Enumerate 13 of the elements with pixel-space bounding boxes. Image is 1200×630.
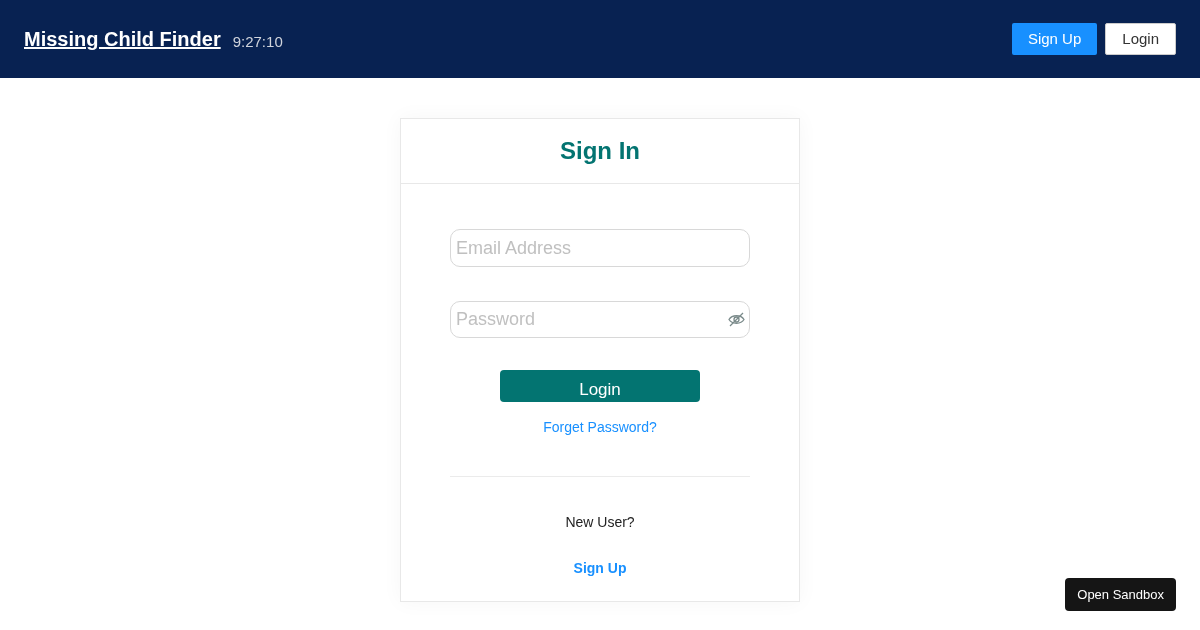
forgot-password-link[interactable]: Forget Password? — [543, 417, 657, 438]
sign-up-link[interactable]: Sign Up — [573, 558, 627, 579]
login-button[interactable]: Login — [500, 370, 700, 402]
site-title-link[interactable]: Missing Child Finder — [24, 24, 221, 54]
new-user-text: New User? — [565, 513, 635, 532]
open-sandbox-button[interactable]: Open Sandbox — [1065, 578, 1176, 611]
sign-up-button[interactable]: Sign Up — [1011, 23, 1098, 55]
clock-time: 9:27:10 — [232, 31, 283, 52]
password-field[interactable]: Password — [450, 301, 750, 338]
card-title: Sign In — [560, 136, 640, 166]
email-field[interactable]: Email Address — [450, 229, 750, 267]
hidden-eye-icon[interactable] — [728, 312, 745, 327]
login-button[interactable]: Login — [1105, 23, 1176, 55]
